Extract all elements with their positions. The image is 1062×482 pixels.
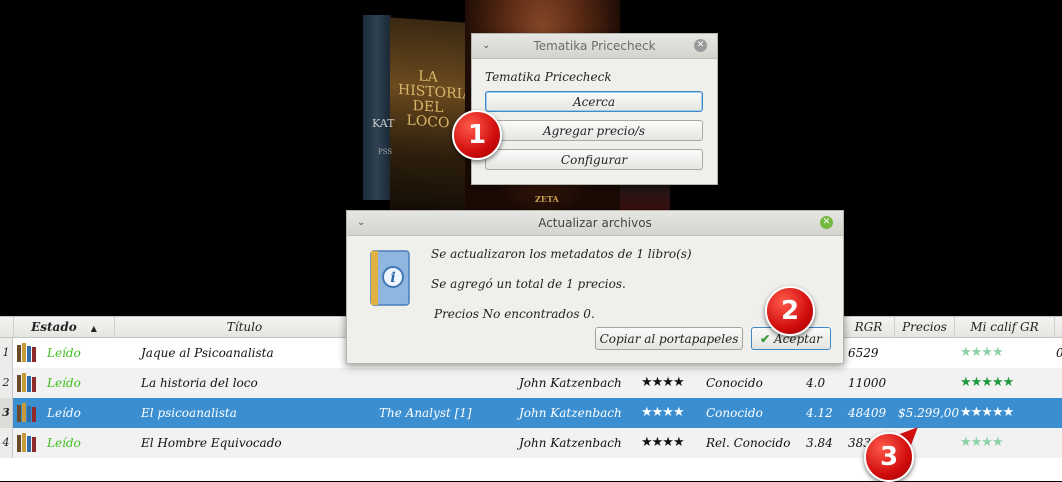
table-row[interactable]: 2 Leído La historia del loco John Katzen… <box>0 368 1062 398</box>
estado-cell: Leído <box>47 376 81 390</box>
cover-author-text: KAT <box>372 117 395 130</box>
cover-publisher: ZETA <box>535 194 559 204</box>
header-estado[interactable]: Estado ▲ <box>14 317 115 337</box>
serie-cell: The Analyst [1] <box>379 406 472 420</box>
pricecheck-heading: Tematika Pricecheck <box>485 70 612 84</box>
rgr-cell: 6529 <box>848 346 879 360</box>
book-cover-2[interactable]: LA HISTORIA DEL LOCO <box>390 17 473 218</box>
update-titlebar[interactable]: ⌄ Actualizar archivos ✕ <box>347 211 843 236</box>
autor-cell: John Katzenbach <box>519 436 622 450</box>
acerca-button[interactable]: Acerca <box>485 91 703 112</box>
mi-calif-cell: ★★★★ <box>960 345 1004 360</box>
step-badge-3: 3 <box>864 432 914 482</box>
row-number: 3 <box>0 398 13 428</box>
pricecheck-dialog: ⌄ Tematika Pricecheck ✕ Tematika Pricech… <box>471 33 718 185</box>
row-number: 2 <box>0 368 13 398</box>
header-precios[interactable]: Precios <box>895 317 955 337</box>
step-badge-2: 2 <box>765 286 815 336</box>
books-icon <box>17 403 36 422</box>
header-mi-calif[interactable]: Mi calif GR <box>955 317 1055 337</box>
books-icon <box>17 433 36 452</box>
check-icon: ✔ <box>760 332 771 346</box>
valor-cell: 4.0 <box>806 376 826 390</box>
estado-gr-cell: Conocido <box>706 406 763 420</box>
update-title: Actualizar archivos <box>538 216 652 230</box>
chevron-down-icon[interactable]: ⌄ <box>482 34 490 58</box>
estado-cell: Leído <box>47 406 81 420</box>
autor-cell: John Katzenbach <box>519 376 622 390</box>
table-row[interactable]: 3 Leído El psicoanalista The Analyst [1]… <box>0 398 1062 428</box>
mi-calif-cell: ★★★★★ <box>960 405 1014 420</box>
header-rownum <box>0 317 14 337</box>
pricecheck-title: Tematika Pricecheck <box>533 39 656 53</box>
autor-cell: John Katzenbach <box>519 406 622 420</box>
update-dialog: ⌄ Actualizar archivos ✕ i Se actualizaro… <box>346 210 844 364</box>
agregar-precio-button[interactable]: Agregar precio/s <box>485 120 703 141</box>
cover-title: LA HISTORIA DEL LOCO <box>398 68 473 132</box>
rgr-cell: 48409 <box>848 406 887 420</box>
rating-cell: ★★★★ <box>641 405 685 420</box>
books-icon <box>17 343 36 362</box>
estado-cell: Leído <box>47 346 81 360</box>
books-icon <box>17 373 36 392</box>
rating-cell: ★★★★ <box>641 435 685 450</box>
copy-button-label: Copiar al portapapeles <box>599 332 739 346</box>
svg-text:i: i <box>390 270 395 286</box>
row-number: 1 <box>0 338 13 368</box>
book-cover-1[interactable] <box>363 15 391 200</box>
sort-arrow-icon: ▲ <box>90 323 97 333</box>
header-rgr[interactable]: RGR <box>843 317 895 337</box>
close-icon[interactable]: ✕ <box>820 216 833 229</box>
close-icon[interactable]: ✕ <box>694 39 707 52</box>
valor-cell: 4.12 <box>806 406 833 420</box>
extra-cell: 0 <box>1056 338 1062 368</box>
valor-cell: 3.84 <box>806 436 833 450</box>
update-message-3: Precios No encontrados 0. <box>434 307 595 321</box>
titulo-cell: La historia del loco <box>141 376 258 390</box>
estado-gr-cell: Rel. Conocido <box>706 436 791 450</box>
rgr-cell: 11000 <box>848 376 887 390</box>
row-number: 4 <box>0 428 13 458</box>
header-titulo[interactable]: Título <box>115 317 375 337</box>
copy-to-clipboard-button[interactable]: Copiar al portapapeles <box>595 327 743 350</box>
step-badge-1: 1 <box>452 110 502 160</box>
titulo-cell: Jaque al Psicoanalista <box>141 346 274 360</box>
update-message-2: Se agregó un total de 1 precios. <box>431 277 626 291</box>
rating-cell: ★★★★ <box>641 375 685 390</box>
estado-gr-cell: Conocido <box>706 376 763 390</box>
chevron-down-icon[interactable]: ⌄ <box>357 211 365 235</box>
cover-small-text: PSS <box>378 148 393 156</box>
update-message-1: Se actualizaron los metadatos de 1 libro… <box>431 247 692 261</box>
mi-calif-cell: ★★★★★ <box>960 375 1014 390</box>
estado-cell: Leído <box>47 436 81 450</box>
titulo-cell: El Hombre Equivocado <box>141 436 282 450</box>
mi-calif-cell: ★★★★ <box>960 435 1004 450</box>
header-estado-label: Estado <box>31 320 77 334</box>
titulo-cell: El psicoanalista <box>141 406 237 420</box>
pricecheck-titlebar[interactable]: ⌄ Tematika Pricecheck ✕ <box>472 34 717 59</box>
info-book-icon: i <box>370 250 410 306</box>
configurar-button[interactable]: Configurar <box>485 149 703 170</box>
